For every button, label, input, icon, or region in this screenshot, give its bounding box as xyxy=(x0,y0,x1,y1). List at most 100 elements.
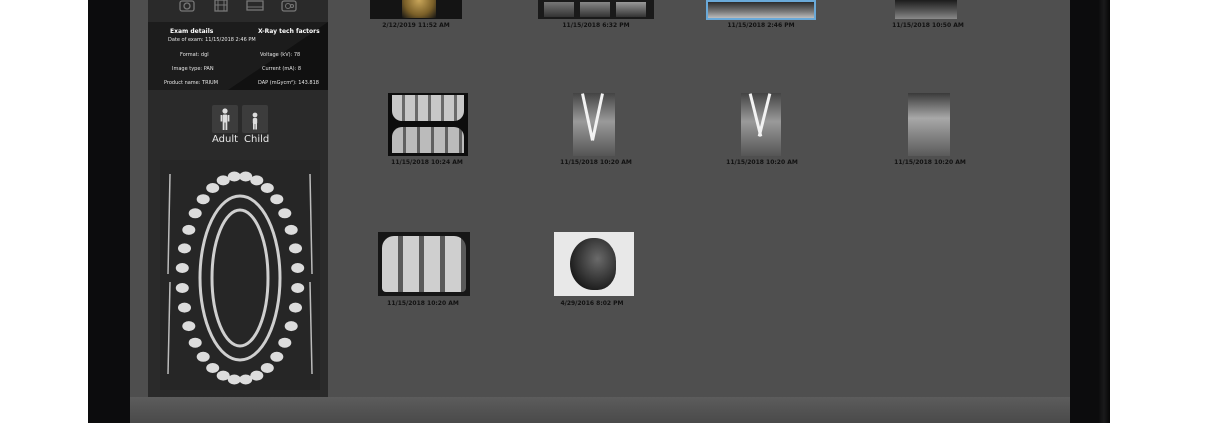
tooth[interactable] xyxy=(206,183,220,193)
thumbnail-image-periapical-files-2[interactable] xyxy=(741,93,781,156)
tooth[interactable] xyxy=(227,374,241,385)
thumbnail-item[interactable]: 2/12/2019 11:52 AM xyxy=(370,0,462,30)
thumbnail-image-periapical-files[interactable] xyxy=(573,93,615,156)
thumbnail-item-selected[interactable]: 11/15/2018 2:46 PM xyxy=(706,0,816,30)
thumbnail-timestamp: 4/29/2016 8:02 PM xyxy=(560,300,624,307)
thumbnail-image-panoramic-dark[interactable] xyxy=(895,0,957,19)
child-button[interactable] xyxy=(242,105,268,133)
thumbnail-image-molars-wide[interactable] xyxy=(378,232,470,296)
child-icon xyxy=(252,112,258,130)
thumbnail-timestamp: 11/15/2018 10:20 AM xyxy=(387,300,459,307)
arch-inner-ring xyxy=(210,208,270,348)
endo-file-2 xyxy=(591,93,604,141)
ct-slice-1 xyxy=(544,2,574,17)
tooth[interactable] xyxy=(182,321,196,332)
thumbnail-item[interactable]: 11/15/2018 10:24 AM xyxy=(382,93,472,169)
tooth[interactable] xyxy=(175,283,189,293)
current-row: Current (mA): 8 xyxy=(262,66,301,72)
acquisition-toolbar xyxy=(148,0,328,16)
ct-slice-2 xyxy=(580,2,610,17)
tooth[interactable] xyxy=(260,183,274,193)
dental-chart[interactable] xyxy=(160,160,320,390)
adult-label: Adult xyxy=(212,134,239,145)
adult-button[interactable] xyxy=(212,105,238,133)
thumbnail-item[interactable]: 11/15/2018 6:32 PM xyxy=(538,0,654,30)
monitor-edge xyxy=(1098,0,1110,423)
thumbnail-item[interactable]: 11/15/2018 10:20 AM xyxy=(376,232,470,308)
tooth[interactable] xyxy=(206,363,220,373)
tooth[interactable] xyxy=(216,175,230,186)
thumbnail-image-panoramic[interactable] xyxy=(706,0,816,20)
tooth[interactable] xyxy=(182,224,196,235)
tooth[interactable] xyxy=(250,175,264,186)
thumbnail-timestamp: 11/15/2018 10:24 AM xyxy=(391,159,463,166)
tooth[interactable] xyxy=(239,171,253,182)
voltage-row: Voltage (kV): 78 xyxy=(260,52,300,58)
voltage-value: 78 xyxy=(293,52,301,58)
thumbnail-item[interactable]: 11/15/2018 10:20 AM xyxy=(888,93,972,169)
thumbnail-item[interactable]: 11/15/2018 10:50 AM xyxy=(888,0,968,30)
thumbnail-image-3d-skull[interactable] xyxy=(370,0,462,19)
image-type-label: Image type: xyxy=(172,66,203,72)
format-value: dgl xyxy=(200,52,209,58)
dap-value: 143.818 xyxy=(298,80,319,86)
product-label: Product name: xyxy=(164,80,201,86)
thumbnail-image-periapical[interactable] xyxy=(908,93,950,156)
tooth[interactable] xyxy=(188,208,202,219)
cephalometric-icon[interactable] xyxy=(280,0,298,12)
adult-icon xyxy=(220,108,230,130)
tooth[interactable] xyxy=(239,374,253,385)
child-label: Child xyxy=(244,134,270,145)
bitewing-upper-teeth xyxy=(392,95,464,121)
tooth[interactable] xyxy=(289,302,302,313)
screen-footer xyxy=(130,397,1070,423)
dental-chart-diagram xyxy=(167,171,313,385)
tooth[interactable] xyxy=(260,363,274,373)
image-type-value: PAN xyxy=(203,66,214,72)
tooth[interactable] xyxy=(178,302,191,313)
skull-render xyxy=(402,0,436,18)
tooth[interactable] xyxy=(175,263,189,273)
chart-side-line-right-lower xyxy=(309,281,313,375)
teeth-group[interactable] xyxy=(175,171,305,385)
chart-side-line-left-lower xyxy=(167,281,171,375)
tooth[interactable] xyxy=(188,337,202,348)
date-label: Date of exam: xyxy=(168,37,204,43)
tooth[interactable] xyxy=(284,224,298,235)
thumbnail-timestamp: 11/15/2018 10:20 AM xyxy=(560,159,632,166)
tooth[interactable] xyxy=(178,243,191,254)
date-of-exam: Date of exam: 11/15/2018 2:46 PM xyxy=(168,37,256,43)
exam-details-title: Exam details xyxy=(170,28,214,35)
thumbnail-item[interactable]: 11/15/2018 10:20 AM xyxy=(722,93,802,169)
tooth[interactable] xyxy=(289,243,302,254)
tech-factors-title: X-Ray tech factors xyxy=(258,28,320,35)
product-value: TRIUM xyxy=(202,80,219,86)
tooth[interactable] xyxy=(227,171,241,182)
current-label: Current (mA): xyxy=(262,66,297,72)
tooth[interactable] xyxy=(270,194,284,205)
thumbnail-image-cephalometric[interactable] xyxy=(554,232,634,296)
image-type-row: Image type: PAN xyxy=(172,66,214,72)
tooth[interactable] xyxy=(270,351,284,362)
thumbnail-timestamp: 11/15/2018 6:32 PM xyxy=(562,22,630,29)
camera-icon[interactable] xyxy=(178,0,196,12)
current-value: 8 xyxy=(297,66,302,72)
tooth[interactable] xyxy=(196,351,210,362)
tooth[interactable] xyxy=(196,194,210,205)
tooth[interactable] xyxy=(291,263,305,273)
tooth[interactable] xyxy=(216,370,230,381)
thumbnail-image-ct-slices[interactable] xyxy=(538,0,654,19)
tooth[interactable] xyxy=(278,208,292,219)
voltage-label: Voltage (kV): xyxy=(260,52,293,58)
tooth[interactable] xyxy=(284,321,298,332)
tooth[interactable] xyxy=(278,337,292,348)
tooth[interactable] xyxy=(291,283,305,293)
thumbnail-item[interactable]: 11/15/2018 10:20 AM xyxy=(556,93,636,169)
video-icon[interactable] xyxy=(246,0,264,12)
thumbnail-image-bitewing[interactable] xyxy=(388,93,468,156)
chart-side-line-left-upper xyxy=(167,173,171,275)
ct-slice-3 xyxy=(616,2,646,17)
tooth[interactable] xyxy=(250,370,264,381)
film-icon[interactable] xyxy=(212,0,230,12)
thumbnail-item[interactable]: 4/29/2016 8:02 PM xyxy=(550,232,634,308)
